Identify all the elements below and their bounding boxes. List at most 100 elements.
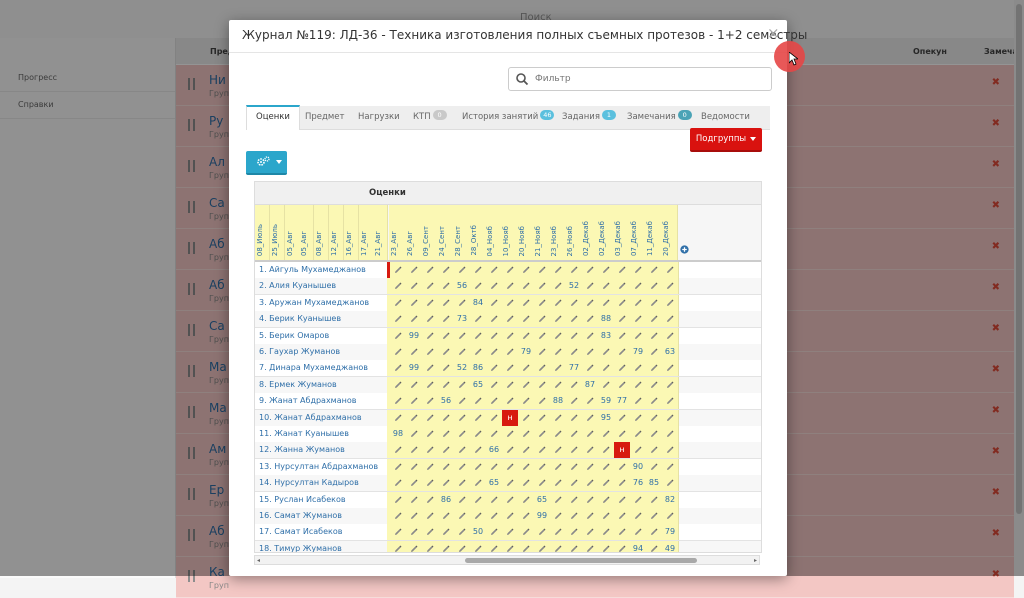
grade-cell-empty[interactable] (598, 344, 615, 360)
grade-cell-empty[interactable] (422, 508, 439, 524)
grade-cell-empty[interactable] (646, 327, 663, 344)
grade-cell-empty[interactable] (518, 508, 535, 524)
grade-cell-empty[interactable] (406, 344, 423, 360)
grade-cell-empty[interactable] (518, 540, 535, 552)
grade-cell-empty[interactable] (422, 524, 439, 541)
grade-cell-empty[interactable] (470, 409, 487, 426)
grade-cell-empty[interactable] (630, 426, 647, 442)
grade-cell-empty[interactable] (470, 327, 487, 344)
grade-cell-empty[interactable] (518, 294, 535, 311)
grade-cell-empty[interactable] (502, 426, 519, 442)
grade-cell-empty[interactable] (518, 491, 535, 508)
grade-cell-empty[interactable] (454, 344, 471, 360)
grade-cell-empty[interactable] (534, 524, 551, 541)
grade-cell-empty[interactable] (390, 442, 407, 459)
grade-cell[interactable]: 99 (406, 327, 423, 344)
grade-cell[interactable]: 50 (470, 524, 487, 541)
grade-cell-empty[interactable] (534, 344, 551, 360)
grade-cell-empty[interactable] (550, 311, 567, 328)
grade-cell-empty[interactable] (438, 475, 455, 492)
grade-cell-empty[interactable] (646, 294, 663, 311)
scroll-right-icon[interactable]: ▸ (754, 557, 757, 564)
grade-cell-empty[interactable] (534, 540, 551, 552)
grade-cell-empty[interactable] (438, 442, 455, 459)
grade-cell-empty[interactable] (390, 491, 407, 508)
grade-cell-empty[interactable] (614, 426, 631, 442)
grade-cell-empty[interactable] (438, 376, 455, 393)
date-column-header[interactable]: 26_Авг (405, 205, 422, 260)
grade-cell-empty[interactable] (646, 360, 663, 377)
student-name-link[interactable]: 13. Нурсултан Абдрахманов (259, 459, 387, 475)
grade-cell-empty[interactable] (390, 524, 407, 541)
date-column-header[interactable]: 16_Авг (343, 205, 359, 260)
grade-cell-empty[interactable] (550, 508, 567, 524)
scroll-left-icon[interactable]: ◂ (257, 557, 260, 564)
grade-cell[interactable]: 56 (454, 278, 471, 295)
date-column-header[interactable]: 02_Декаб (597, 205, 614, 260)
grade-cell[interactable]: 99 (406, 360, 423, 377)
grade-cell-empty[interactable] (406, 393, 423, 410)
tab-grades[interactable]: Оценки (246, 105, 300, 130)
grade-cell-empty[interactable] (454, 426, 471, 442)
grade-cell-empty[interactable] (614, 376, 631, 393)
grade-cell-empty[interactable] (662, 278, 679, 295)
grade-cell-absent[interactable]: н (502, 409, 519, 426)
grade-cell-empty[interactable] (518, 393, 535, 410)
grade-cell-empty[interactable] (422, 262, 439, 278)
grade-cell-empty[interactable] (550, 409, 567, 426)
grade-cell-empty[interactable] (502, 376, 519, 393)
grade-cell-empty[interactable] (534, 393, 551, 410)
date-column-header[interactable]: 17_Авг (358, 205, 374, 260)
grade-cell[interactable]: 86 (438, 491, 455, 508)
grade-cell-empty[interactable] (662, 458, 679, 475)
grade-cell-empty[interactable] (550, 491, 567, 508)
grade-cell-empty[interactable] (390, 344, 407, 360)
scroll-thumb[interactable] (465, 558, 697, 563)
grade-cell-empty[interactable] (438, 294, 455, 311)
grade-cell-empty[interactable] (422, 458, 439, 475)
grade-cell-empty[interactable] (454, 442, 471, 459)
grade-cell-empty[interactable] (390, 475, 407, 492)
grade-cell-empty[interactable] (422, 409, 439, 426)
grade-cell-empty[interactable] (598, 262, 615, 278)
grade-cell-empty[interactable] (630, 376, 647, 393)
grade-cell[interactable]: 56 (438, 393, 455, 410)
grade-cell-empty[interactable] (582, 426, 599, 442)
date-column-header[interactable]: 03_Декаб (613, 205, 630, 260)
grade-cell-empty[interactable] (630, 524, 647, 541)
grade-cell-empty[interactable] (614, 344, 631, 360)
grade-cell-empty[interactable] (582, 540, 599, 552)
grade-cell-empty[interactable] (406, 458, 423, 475)
date-column-header[interactable]: 04_Нояб (485, 205, 502, 260)
grade-cell-empty[interactable] (486, 376, 503, 393)
grade-cell-empty[interactable] (598, 458, 615, 475)
grade-cell-empty[interactable] (518, 311, 535, 328)
grade-cell-empty[interactable] (422, 294, 439, 311)
grade-cell-empty[interactable] (534, 409, 551, 426)
grade-cell-empty[interactable] (470, 311, 487, 328)
add-date-icon[interactable] (680, 245, 689, 254)
date-column-header[interactable]: 28_Октб (469, 205, 486, 260)
grade-cell[interactable]: 65 (534, 491, 551, 508)
grade-cell-empty[interactable] (438, 278, 455, 295)
grade-cell-empty[interactable] (582, 344, 599, 360)
grade-cell-empty[interactable] (422, 540, 439, 552)
grade-cell[interactable]: 49 (662, 540, 679, 552)
date-column-header[interactable]: 23_Авг (389, 205, 406, 260)
grade-cell-empty[interactable] (422, 393, 439, 410)
grade-cell[interactable]: 63 (662, 344, 679, 360)
grade-cell-empty[interactable] (582, 327, 599, 344)
grade-cell-empty[interactable] (630, 442, 647, 459)
grade-cell-empty[interactable] (422, 360, 439, 377)
grade-cell-empty[interactable] (406, 442, 423, 459)
grade-cell[interactable]: 77 (614, 393, 631, 410)
grade-cell-empty[interactable] (550, 278, 567, 295)
grade-cell-empty[interactable] (406, 262, 423, 278)
grade-cell-empty[interactable] (582, 262, 599, 278)
date-column-header[interactable]: 05_Авг (284, 205, 300, 260)
grade-cell-empty[interactable] (566, 540, 583, 552)
grade-cell-empty[interactable] (630, 294, 647, 311)
grade-cell-empty[interactable] (646, 508, 663, 524)
grade-cell[interactable]: 66 (486, 442, 503, 459)
grade-cell[interactable]: 79 (630, 344, 647, 360)
